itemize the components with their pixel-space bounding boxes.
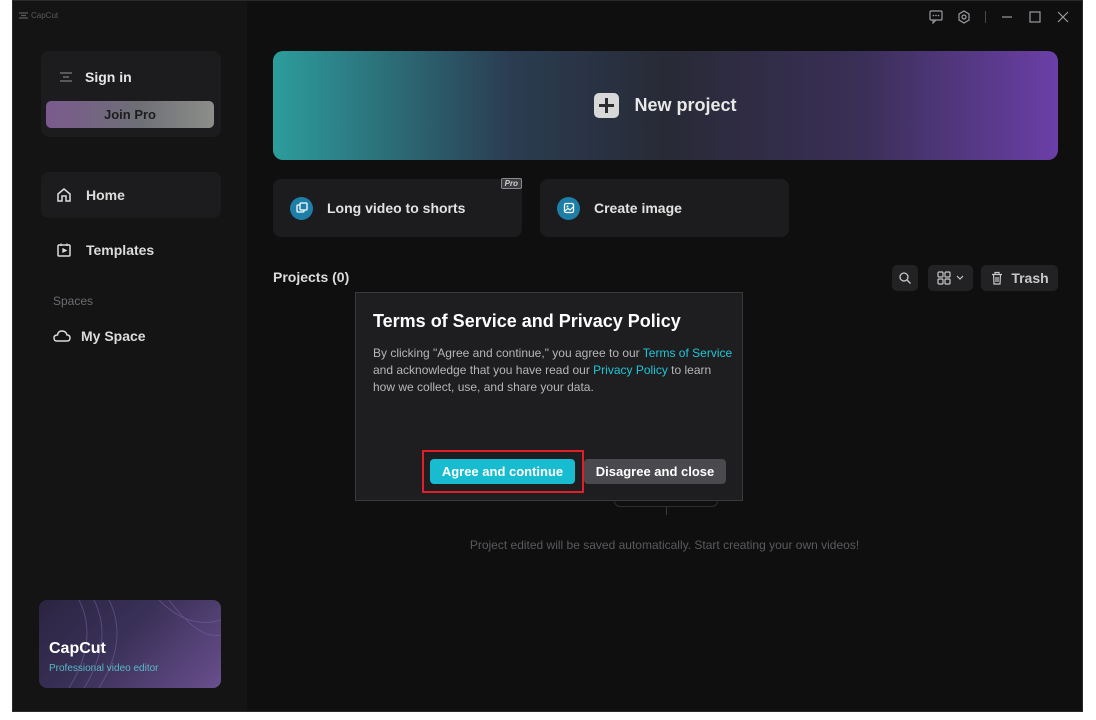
capcut-logo-icon [19, 12, 28, 19]
plus-icon [594, 93, 620, 118]
dialog-body: By clicking "Agree and continue," you ag… [373, 345, 733, 396]
app-logo: CapCut [19, 11, 58, 20]
shorts-icon [290, 196, 313, 220]
empty-state-text: Project edited will be saved automatical… [469, 538, 860, 552]
cloud-icon [53, 330, 71, 342]
highlight-box [422, 450, 584, 493]
privacy-policy-link[interactable]: Privacy Policy [593, 363, 668, 377]
projects-count: (0) [332, 269, 350, 285]
view-toggle-button[interactable] [928, 265, 973, 291]
dialog-body-text: and acknowledge that you have read our [373, 363, 594, 377]
titlebar-controls [929, 10, 1070, 24]
capcut-window: CapCut Sign in Join Pro Home Templates S… [12, 0, 1083, 712]
titlebar-separator [985, 11, 986, 23]
feedback-icon[interactable] [929, 10, 943, 24]
sidebar-item-templates[interactable]: Templates [41, 227, 221, 273]
maximize-icon[interactable] [1028, 10, 1042, 24]
spaces-label: Spaces [53, 294, 94, 308]
my-space-label: My Space [81, 328, 146, 344]
search-button[interactable] [892, 265, 918, 291]
terms-dialog: Terms of Service and Privacy Policy By c… [355, 292, 743, 501]
pro-badge: Pro [500, 178, 522, 189]
grid-view-icon [937, 271, 951, 285]
create-image-button[interactable]: Create image [540, 179, 789, 237]
account-card: Sign in Join Pro [41, 51, 221, 137]
capcut-mark-icon [60, 72, 72, 82]
sidebar-item-home[interactable]: Home [41, 172, 221, 218]
templates-icon [57, 243, 71, 257]
disagree-and-close-button[interactable]: Disagree and close [584, 459, 726, 484]
close-icon[interactable] [1056, 10, 1070, 24]
projects-title-label: Projects [273, 269, 329, 285]
minimize-icon[interactable] [1000, 10, 1014, 24]
promo-subtitle: Professional video editor [49, 663, 159, 674]
promo-banner[interactable]: CapCut Professional video editor [39, 600, 221, 688]
home-icon [57, 188, 71, 202]
sign-in-button[interactable]: Sign in [59, 69, 132, 85]
sidebar: CapCut Sign in Join Pro Home Templates S… [13, 1, 247, 711]
settings-icon[interactable] [957, 10, 971, 24]
trash-label: Trash [1011, 270, 1049, 286]
join-pro-button[interactable]: Join Pro [46, 101, 214, 128]
image-icon [557, 196, 580, 220]
sidebar-item-label: Home [86, 187, 125, 203]
promo-title: CapCut [49, 640, 106, 657]
sign-in-label: Sign in [85, 69, 132, 85]
long-video-to-shorts-button[interactable]: Long video to shorts Pro [273, 178, 522, 237]
app-logo-text: CapCut [31, 11, 59, 20]
projects-title: Projects (0) [273, 269, 349, 285]
terms-of-service-link[interactable]: Terms of Service [643, 346, 732, 360]
search-icon [899, 272, 911, 284]
new-project-label: New project [634, 95, 737, 115]
dialog-body-text: By clicking "Agree and continue," you ag… [373, 346, 643, 360]
trash-button[interactable]: Trash [981, 265, 1058, 291]
create-image-label: Create image [594, 200, 682, 216]
trash-icon [992, 271, 1003, 285]
chevron-down-icon [956, 275, 964, 280]
sidebar-item-label: Templates [86, 242, 155, 258]
long-video-to-shorts-label: Long video to shorts [327, 200, 466, 216]
dialog-title: Terms of Service and Privacy Policy [373, 311, 681, 331]
sidebar-item-my-space[interactable]: My Space [53, 328, 146, 344]
new-project-button[interactable]: New project [273, 51, 1058, 160]
